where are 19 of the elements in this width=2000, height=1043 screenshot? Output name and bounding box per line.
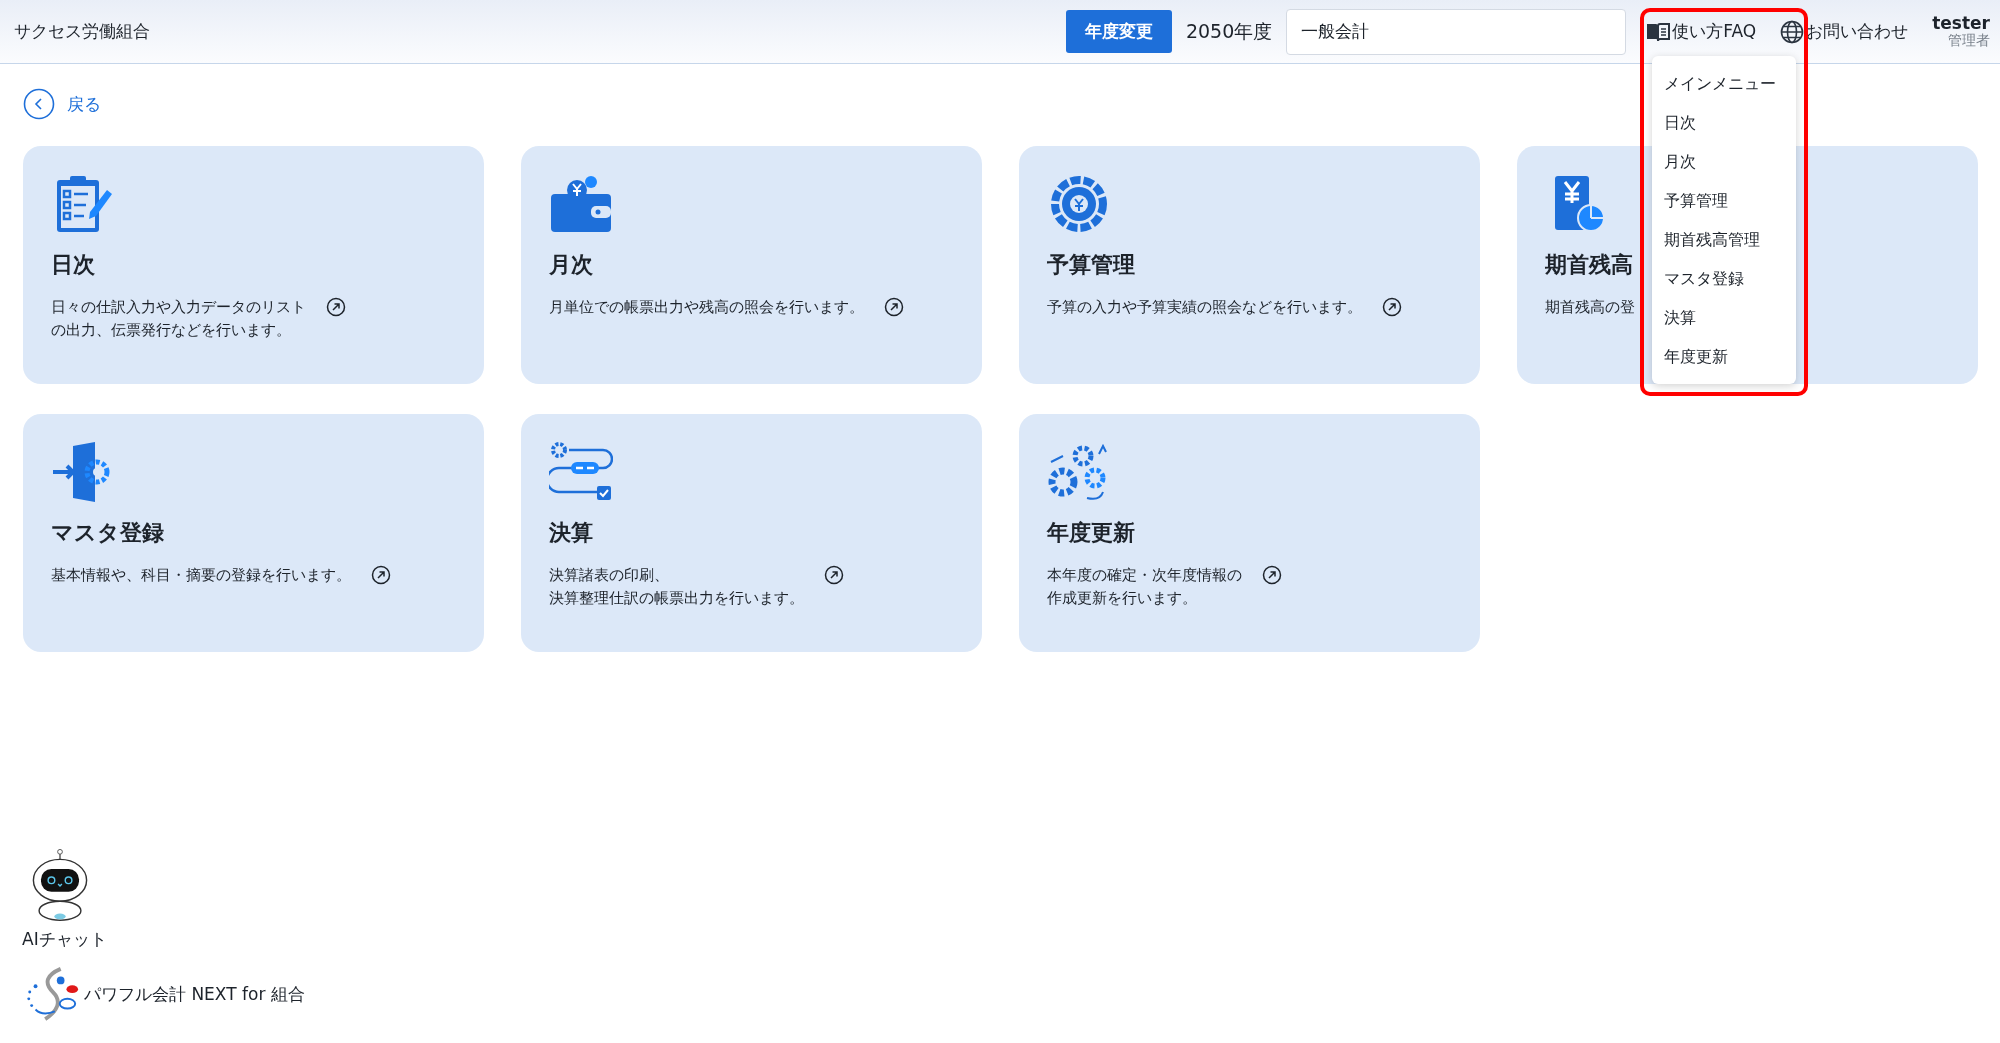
- card-title: 年度更新: [1047, 519, 1135, 547]
- card-title: 月次: [549, 251, 593, 279]
- card-description: 月単位での帳票出力や残高の照会を行います。: [549, 297, 864, 318]
- card-description: 基本情報や、科目・摘要の登録を行います。: [51, 565, 351, 586]
- fiscal-year: 2050年度: [1185, 18, 1273, 44]
- user-role: 管理者: [1948, 33, 1990, 49]
- card-description: 日々の仕訳入力や入力データのリスト の出力、伝票発行などを行います。: [51, 297, 306, 342]
- card-title: 期首残高: [1545, 251, 1633, 279]
- organization-name: サクセス労働組合: [14, 20, 150, 43]
- product-name: パワフル会計 NEXT for 組合: [84, 982, 305, 1006]
- card-title: 日次: [51, 251, 95, 279]
- card-title: 予算管理: [1047, 251, 1135, 279]
- card-description: 予算の入力や予算実績の照会などを行います。: [1047, 297, 1362, 318]
- card-description: 期首残高の登: [1545, 297, 1635, 318]
- card-title: マスタ登録: [51, 519, 164, 547]
- user-name: tester: [1932, 14, 1990, 34]
- card-description: 本年度の確定・次年度情報の 作成更新を行います。: [1047, 565, 1242, 610]
- card-description: 決算諸表の印刷、 決算整理仕訳の帳票出力を行います。: [549, 565, 804, 610]
- card-title: 決算: [549, 519, 593, 547]
